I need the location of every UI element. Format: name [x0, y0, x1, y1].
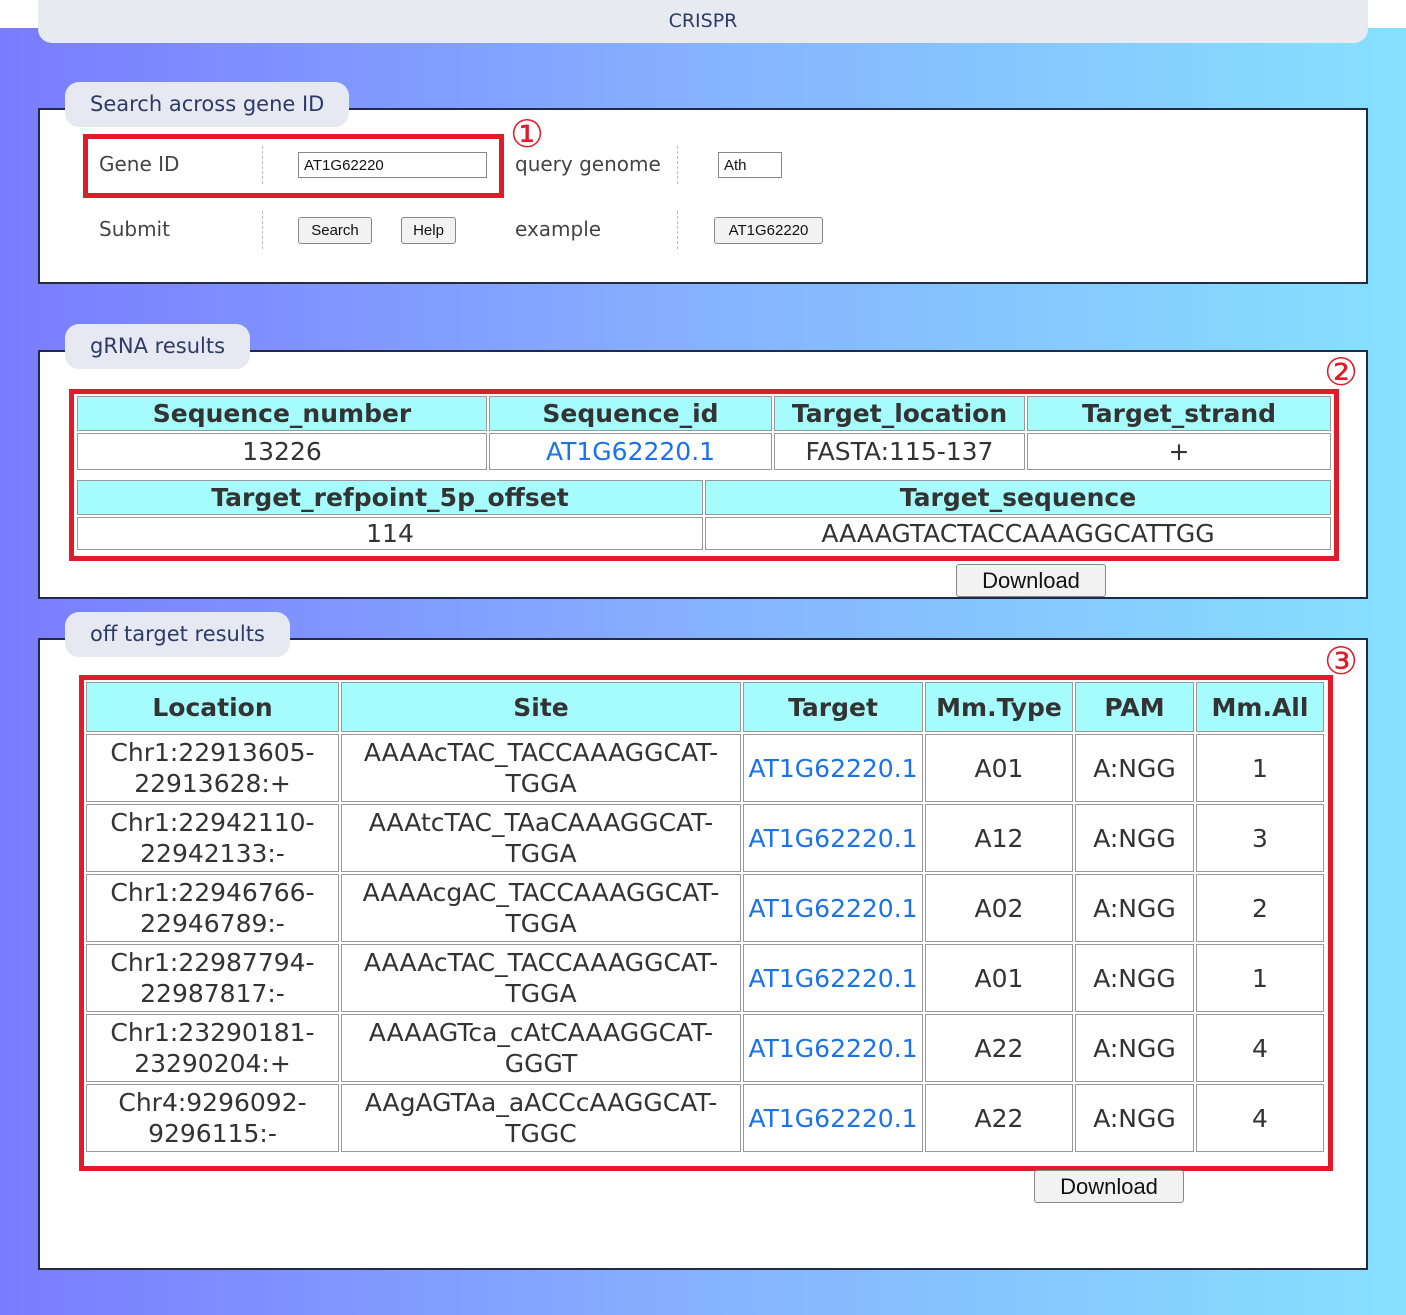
- divider: [262, 211, 263, 249]
- help-button[interactable]: Help: [401, 217, 456, 244]
- annotation-box-2: [69, 389, 1339, 561]
- annotation-number-2: ②: [1324, 350, 1359, 394]
- search-panel-legend: Search across gene ID: [65, 82, 350, 127]
- search-button[interactable]: Search: [298, 217, 372, 244]
- divider: [677, 211, 678, 249]
- offtarget-download-button[interactable]: Download: [1034, 1170, 1184, 1203]
- example-label: example: [515, 217, 602, 241]
- annotation-box-1: [83, 134, 504, 198]
- divider: [677, 146, 678, 184]
- annotation-number-3: ③: [1324, 639, 1359, 683]
- app-title: CRISPR: [38, 0, 1368, 43]
- grna-download-button[interactable]: Download: [956, 564, 1106, 597]
- grna-panel-legend: gRNA results: [65, 324, 251, 369]
- example-button[interactable]: AT1G62220: [714, 217, 823, 244]
- annotation-box-3: [79, 675, 1333, 1171]
- submit-label: Submit: [99, 217, 170, 241]
- offtarget-panel-legend: off target results: [65, 612, 290, 657]
- query-genome-input[interactable]: [718, 152, 782, 178]
- annotation-number-1: ①: [510, 112, 545, 156]
